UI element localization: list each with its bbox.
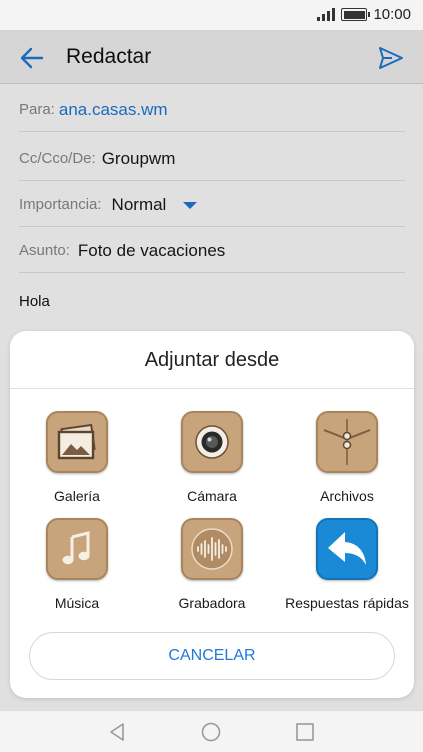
status-bar: 10:00 [0,0,423,30]
camera-icon[interactable] [181,411,243,473]
navigation-bar [0,710,423,752]
sheet-title: Adjuntar desde [10,331,414,389]
recorder-icon[interactable] [181,518,243,580]
nav-home-icon[interactable] [200,721,222,743]
attach-option-camera[interactable]: Cámara [145,411,279,504]
attach-option-files[interactable]: Archivos [280,411,414,504]
battery-icon [341,8,371,21]
camera-label: Cámara [187,488,237,504]
attach-option-music[interactable]: Música [10,518,144,611]
cancel-button[interactable]: CANCELAR [29,632,395,680]
music-icon[interactable] [46,518,108,580]
status-time: 10:00 [373,6,411,23]
music-label: Música [54,595,100,611]
attach-sheet: Adjuntar desde Galería Cámara Archivos M… [10,331,414,698]
attach-option-quick-replies[interactable]: Respuestas rápidas [280,518,414,611]
files-label: Archivos [320,488,374,504]
recorder-label: Grabadora [178,595,246,611]
signal-icon [317,8,336,21]
quick-reply-icon[interactable] [316,518,378,580]
attach-option-recorder[interactable]: Grabadora [145,518,279,611]
nav-recents-icon[interactable] [294,721,316,743]
nav-back-icon[interactable] [106,721,128,743]
files-icon[interactable] [316,411,378,473]
quick-replies-label: Respuestas rápidas [285,595,409,611]
gallery-icon[interactable] [46,411,108,473]
gallery-label: Galería [54,488,100,504]
attach-option-gallery[interactable]: Galería [10,411,144,504]
